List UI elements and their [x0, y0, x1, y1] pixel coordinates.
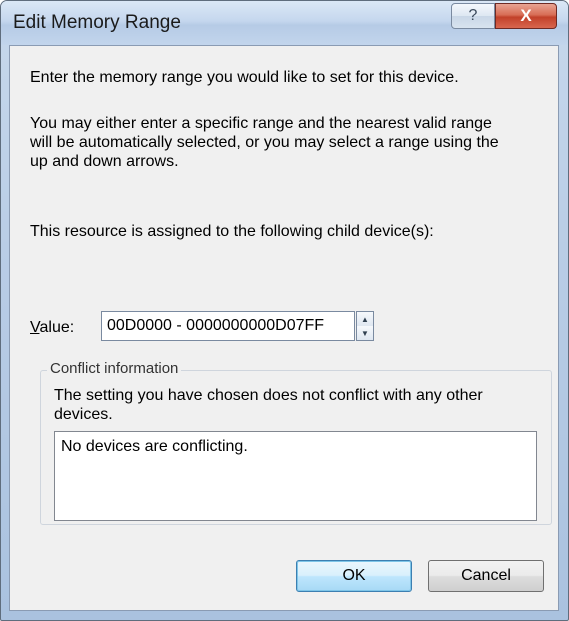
spin-down-arrow-icon[interactable]: ▼ — [357, 326, 373, 340]
description-line-1: You may either enter a specific range an… — [30, 115, 492, 132]
value-label: Value: — [30, 319, 74, 337]
description-line-2: will be automatically selected, or you m… — [30, 134, 499, 151]
value-input-text: 00D0000 - 0000000000D07FF — [107, 317, 325, 334]
conflict-message: The setting you have chosen does not con… — [54, 387, 483, 423]
value-input[interactable]: 00D0000 - 0000000000D07FF — [101, 311, 355, 341]
cancel-button[interactable]: Cancel — [428, 560, 544, 592]
conflict-list-text: No devices are conflicting. — [61, 438, 248, 455]
ok-button[interactable]: OK — [296, 560, 412, 592]
value-spinner: ▲ ▼ — [356, 311, 374, 341]
spin-up-arrow-icon[interactable]: ▲ — [357, 312, 373, 327]
help-icon[interactable]: ? — [451, 3, 495, 29]
title-bar[interactable]: Edit Memory Range ? X — [1, 1, 568, 45]
dialog-title: Edit Memory Range — [13, 12, 181, 33]
intro-text: Enter the memory range you would like to… — [30, 69, 459, 86]
dialog-body: Enter the memory range you would like to… — [9, 45, 559, 611]
assigned-devices-text: This resource is assigned to the followi… — [30, 223, 434, 240]
conflicting-devices-list[interactable]: No devices are conflicting. — [54, 431, 537, 521]
description-line-3: up and down arrows. — [30, 153, 179, 170]
conflict-group-title: Conflict information — [47, 360, 182, 377]
value-label-text: alue: — [39, 319, 75, 336]
edit-memory-range-dialog: Edit Memory Range ? X Enter the memory r… — [0, 0, 569, 621]
close-icon[interactable]: X — [495, 3, 557, 29]
